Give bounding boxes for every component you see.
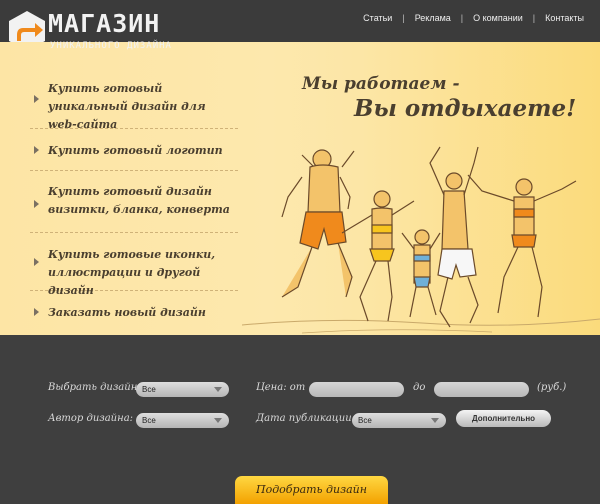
price-to-label: до: [413, 382, 426, 393]
logo-subtitle: УНИКАЛЬНОГО ДИЗАЙНА: [50, 41, 172, 51]
author-select-value: Все: [142, 416, 156, 425]
design-select[interactable]: Все: [136, 382, 229, 397]
menu-item-label[interactable]: Купить готовый логотип: [48, 142, 238, 160]
tagline-line1: Мы работаем -: [302, 74, 460, 94]
tagline-line2: Вы отдыхаете!: [354, 95, 577, 122]
jumping-people-illustration: [242, 146, 600, 334]
currency-label: (руб.): [537, 382, 567, 393]
nav-separator: |: [532, 13, 536, 23]
select-caret-icon: [214, 418, 222, 423]
price-from-input[interactable]: [309, 382, 404, 397]
menu-item-label[interactable]: Купить готовый уникальный дизайн для web…: [48, 80, 238, 134]
date-label: Дата публикации:: [256, 413, 356, 424]
author-select[interactable]: Все: [136, 413, 229, 428]
menu-arrow-icon: [34, 95, 39, 103]
design-select-value: Все: [142, 385, 156, 394]
select-caret-icon: [431, 418, 439, 423]
menu-item-label[interactable]: Купить готовый дизайн визитки, бланка, к…: [48, 183, 238, 219]
menu-arrow-icon: [34, 146, 39, 154]
more-options-button[interactable]: Дополнительно: [456, 410, 551, 427]
nav-link-articles[interactable]: Статьи: [363, 13, 392, 23]
nav-link-about[interactable]: О компании: [473, 13, 523, 23]
nav-link-advertising[interactable]: Реклама: [415, 13, 451, 23]
find-design-button[interactable]: Подобрать дизайн: [235, 476, 388, 504]
hero-banner: Купить готовый уникальный дизайн для web…: [0, 42, 600, 335]
logo-title[interactable]: МАГАЗИН: [48, 11, 160, 37]
nav-separator: |: [402, 13, 405, 23]
menu-arrow-icon: [34, 200, 39, 208]
menu-item-business-cards[interactable]: Купить готовый дизайн визитки, бланка, к…: [30, 171, 238, 233]
menu-item-logo[interactable]: Купить готовый логотип: [30, 129, 238, 171]
menu-item-web-design[interactable]: Купить готовый уникальный дизайн для web…: [30, 80, 238, 131]
menu-arrow-icon: [34, 258, 39, 266]
header: МАГАЗИН Статьи | Реклама | О компании | …: [0, 0, 600, 50]
nav-link-contacts[interactable]: Контакты: [545, 13, 584, 23]
date-select[interactable]: Все: [352, 413, 446, 428]
select-caret-icon: [214, 387, 222, 392]
author-label: Автор дизайна:: [48, 413, 134, 424]
menu-item-order-new[interactable]: Заказать новый дизайн: [30, 291, 238, 334]
menu-item-label[interactable]: Заказать новый дизайн: [48, 304, 238, 322]
top-nav: Статьи | Реклама | О компании | Контакты: [363, 13, 584, 23]
price-to-input[interactable]: [434, 382, 529, 397]
date-select-value: Все: [358, 416, 372, 425]
nav-separator: |: [460, 13, 464, 23]
menu-item-icons[interactable]: Купить готовые иконки, иллюстрации и дру…: [30, 233, 238, 297]
design-menu: Купить готовый уникальный дизайн для web…: [30, 80, 238, 334]
design-label: Выбрать дизайн:: [48, 382, 141, 393]
price-label: Цена: от: [256, 382, 306, 393]
menu-arrow-icon: [34, 308, 39, 316]
